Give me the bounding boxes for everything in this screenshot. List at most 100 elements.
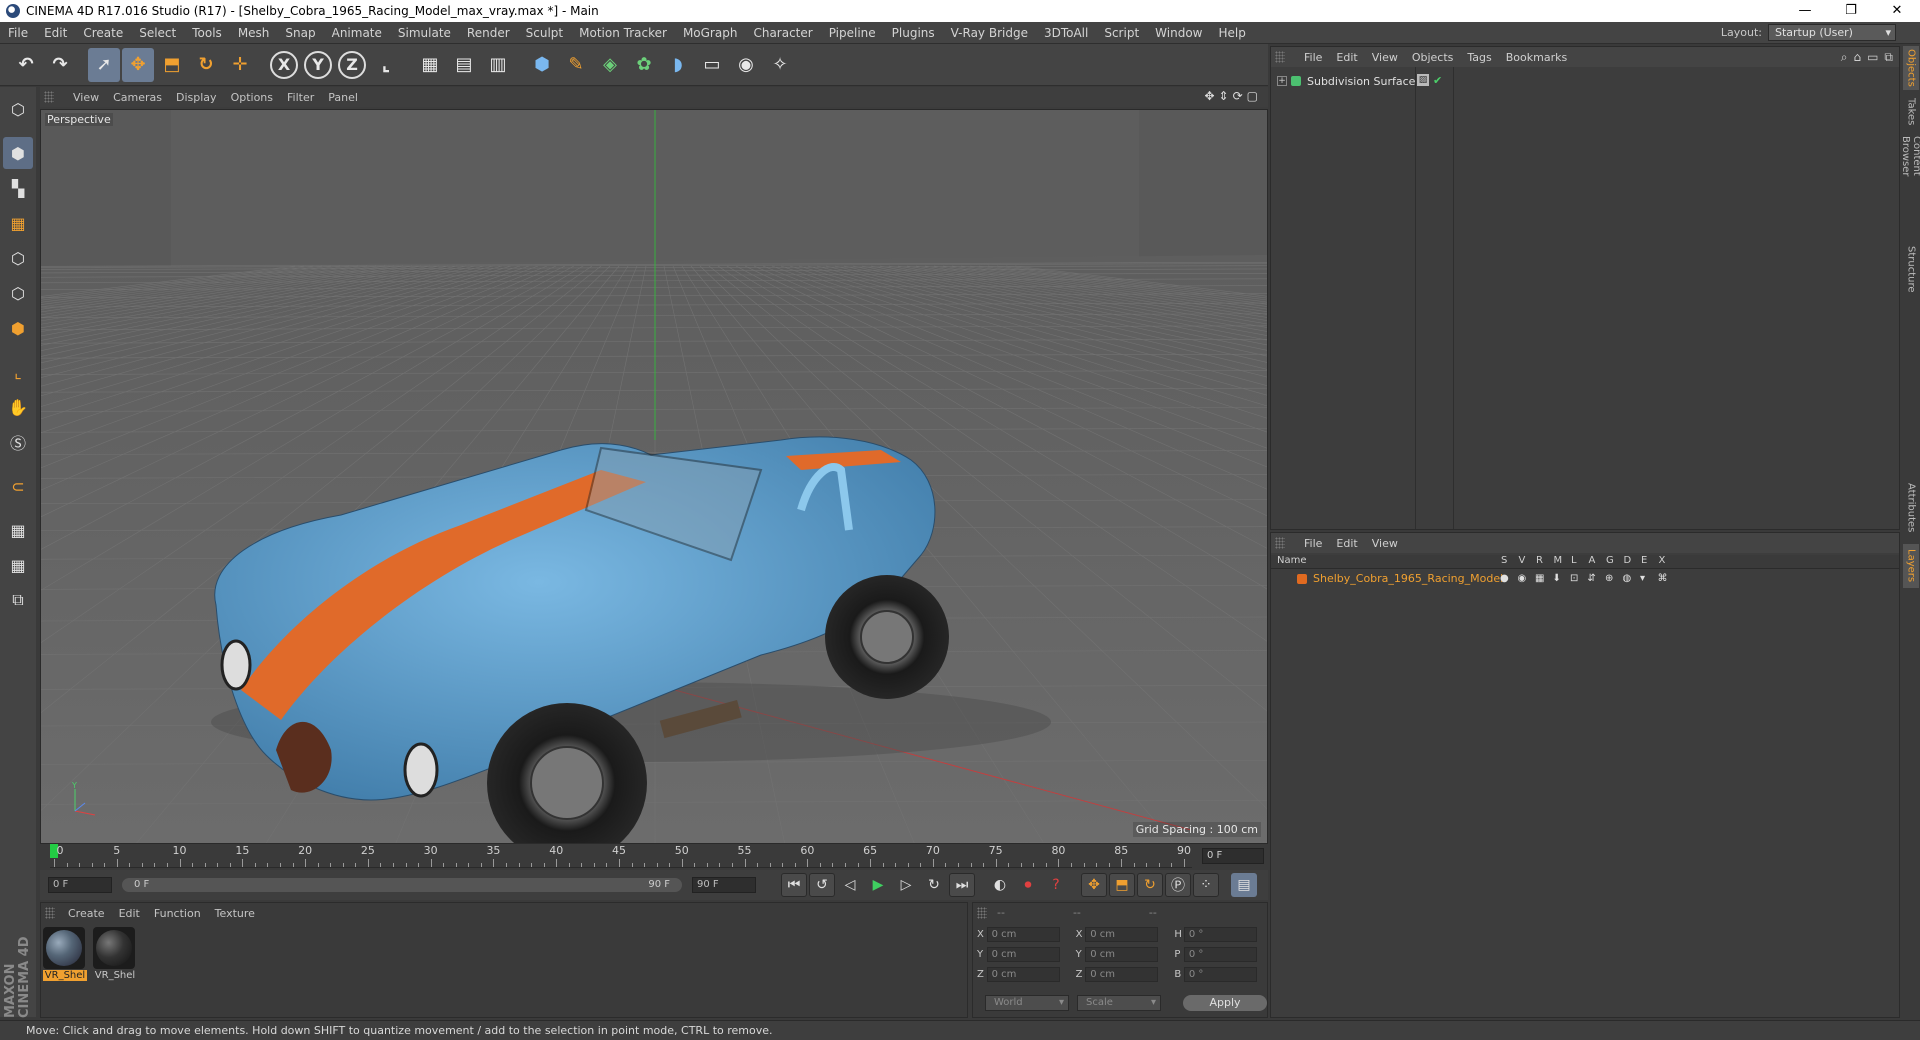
layer-column-l[interactable]: L: [1571, 555, 1577, 566]
viewport-menu-cameras[interactable]: Cameras: [106, 91, 169, 104]
tweak-mode-icon[interactable]: ✋: [3, 391, 33, 423]
start-frame-field[interactable]: 0 F: [48, 877, 112, 893]
menu-motion-tracker[interactable]: Motion Tracker: [571, 26, 675, 40]
layer-color-swatch[interactable]: [1297, 574, 1307, 584]
go-to-end-button[interactable]: ⏭: [949, 873, 975, 897]
panel-grip-icon[interactable]: [45, 907, 55, 919]
next-frame-button[interactable]: ▷: [893, 873, 919, 897]
rotation-field[interactable]: 0 °: [1183, 946, 1257, 962]
menu-v-ray-bridge[interactable]: V-Ray Bridge: [943, 26, 1036, 40]
viewport-menu-display[interactable]: Display: [169, 91, 224, 104]
go-to-start-button[interactable]: ⏮: [781, 873, 807, 897]
menu-render[interactable]: Render: [459, 26, 518, 40]
menu-script[interactable]: Script: [1096, 26, 1147, 40]
objects-menu-view[interactable]: View: [1365, 51, 1405, 64]
scale-key-button[interactable]: ⬒: [1109, 873, 1135, 897]
texture-mode-icon[interactable]: ▚: [3, 172, 33, 204]
menu-plugins[interactable]: Plugins: [884, 26, 943, 40]
position-key-button[interactable]: ✥: [1081, 873, 1107, 897]
pan-icon[interactable]: ✥: [1204, 89, 1214, 103]
menu-snap[interactable]: Snap: [277, 26, 323, 40]
tab-layers[interactable]: Layers: [1903, 544, 1919, 588]
python-icon[interactable]: ⧉: [3, 584, 33, 616]
points-mode-icon[interactable]: ⬡: [3, 242, 33, 274]
home-icon[interactable]: ⌂: [1853, 50, 1861, 65]
camera-button[interactable]: ◉: [730, 48, 762, 82]
rotate-tool-button[interactable]: ↻: [190, 48, 222, 82]
layer-column-g[interactable]: G: [1606, 555, 1614, 566]
layer-column-d[interactable]: D: [1624, 555, 1632, 566]
tab-attributes[interactable]: Attributes: [1903, 476, 1919, 540]
layer-flag-a-icon[interactable]: ⇵: [1588, 573, 1596, 584]
tab-content-browser[interactable]: Content Browser: [1900, 136, 1920, 212]
layer-column-s[interactable]: S: [1501, 555, 1507, 566]
keyframe-selection-button[interactable]: ?: [1043, 873, 1069, 897]
restore-button[interactable]: ❐: [1828, 0, 1874, 22]
panel-grip-icon[interactable]: [44, 91, 54, 103]
viewport-menu-panel[interactable]: Panel: [321, 91, 365, 104]
cloner-button[interactable]: ✿: [628, 48, 660, 82]
previous-key-button[interactable]: ↺: [809, 873, 835, 897]
panel-grip-icon[interactable]: [1275, 537, 1285, 549]
menu-help[interactable]: Help: [1210, 26, 1253, 40]
menu-3dtoall[interactable]: 3DToAll: [1036, 26, 1096, 40]
layer-column-v[interactable]: V: [1519, 555, 1526, 566]
menu-mesh[interactable]: Mesh: [230, 26, 278, 40]
render-view-button[interactable]: ▦: [414, 48, 446, 82]
polygons-mode-icon[interactable]: ⬢: [3, 312, 33, 344]
objects-menu-bookmarks[interactable]: Bookmarks: [1499, 51, 1574, 64]
menu-animate[interactable]: Animate: [324, 26, 390, 40]
pen-spline-button[interactable]: ✎: [560, 48, 592, 82]
expand-toggle-icon[interactable]: +: [1277, 76, 1287, 86]
viewport-menu-view[interactable]: View: [66, 91, 106, 104]
apply-button[interactable]: Apply: [1183, 995, 1267, 1011]
floor-button[interactable]: ▭: [696, 48, 728, 82]
layer-column-e[interactable]: E: [1641, 555, 1647, 566]
menu-tools[interactable]: Tools: [184, 26, 230, 40]
menu-pipeline[interactable]: Pipeline: [821, 26, 884, 40]
objects-menu-file[interactable]: File: [1297, 51, 1329, 64]
z-axis-button[interactable]: Z: [338, 50, 366, 79]
3d-viewport[interactable]: Perspective Grid Spacing : 100 cm Y: [40, 109, 1268, 844]
model-mode-icon[interactable]: ⬢: [3, 137, 33, 169]
layers-menu-edit[interactable]: Edit: [1329, 537, 1364, 550]
position-field[interactable]: 0 cm: [986, 926, 1060, 942]
layer-column-r[interactable]: R: [1536, 555, 1543, 566]
layer-flag-x-icon[interactable]: ⌘: [1658, 573, 1668, 584]
layer-flag-e-icon[interactable]: ▾: [1640, 573, 1645, 584]
menu-create[interactable]: Create: [75, 26, 131, 40]
redo-button[interactable]: ↷: [44, 48, 76, 82]
material-menu-texture[interactable]: Texture: [208, 907, 262, 920]
axis-mode-icon[interactable]: ⌞: [3, 356, 33, 388]
menu-window[interactable]: Window: [1147, 26, 1210, 40]
workplane-mode-icon[interactable]: ▦: [3, 207, 33, 239]
layers-menu-file[interactable]: File: [1297, 537, 1329, 550]
coordinate-space-dropdown[interactable]: World: [985, 995, 1069, 1011]
size-mode-dropdown[interactable]: Scale: [1077, 995, 1161, 1011]
light-button[interactable]: ✧: [764, 48, 796, 82]
layer-column-x[interactable]: X: [1659, 555, 1666, 566]
layer-row[interactable]: Shelby_Cobra_1965_Racing_Model ● ◉ ▦ ⬇ ⊡ ⇵ ⊕ ◍ ▾…: [1271, 571, 1899, 587]
size-field[interactable]: 0 cm: [1085, 966, 1159, 982]
layer-flag-s-icon[interactable]: ●: [1500, 573, 1509, 584]
maximize-view-icon[interactable]: ▢: [1247, 89, 1258, 103]
objects-menu-tags[interactable]: Tags: [1460, 51, 1498, 64]
panel-grip-icon[interactable]: [977, 907, 987, 919]
viewport-menu-filter[interactable]: Filter: [280, 91, 321, 104]
layout-dropdown[interactable]: Startup (User): [1768, 24, 1896, 41]
rotation-field[interactable]: 0 °: [1183, 926, 1257, 942]
objects-menu-edit[interactable]: Edit: [1329, 51, 1364, 64]
rotation-field[interactable]: 0 °: [1183, 966, 1257, 982]
play-button[interactable]: ▶: [865, 873, 891, 897]
position-field[interactable]: 0 cm: [986, 966, 1060, 982]
x-axis-button[interactable]: X: [270, 50, 298, 79]
tab-structure[interactable]: Structure: [1903, 242, 1919, 296]
close-button[interactable]: ✕: [1874, 0, 1920, 22]
material-item[interactable]: VR_Shel: [43, 927, 87, 983]
viewport-menu-options[interactable]: Options: [224, 91, 280, 104]
viewport-camera-label[interactable]: Perspective: [45, 113, 113, 126]
move-tool-button[interactable]: ✥: [122, 47, 154, 82]
timeline-button[interactable]: ▤: [1231, 873, 1257, 897]
pla-key-button[interactable]: ⁘: [1193, 873, 1219, 897]
tab-objects[interactable]: Objects: [1903, 46, 1919, 90]
